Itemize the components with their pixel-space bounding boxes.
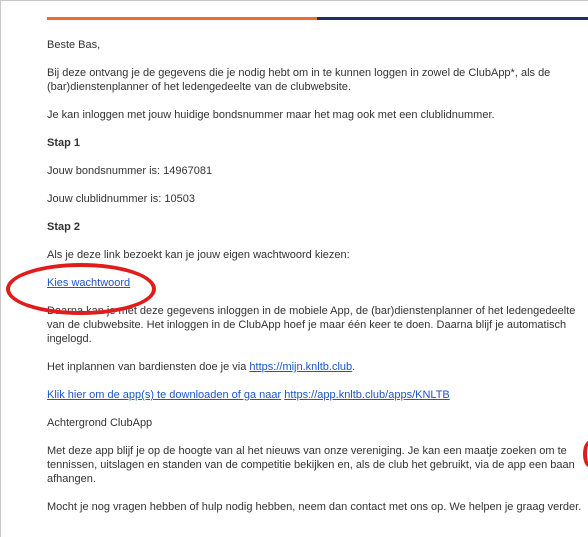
download-paragraph: Klik hier om de app(s) te downloaden of …	[47, 388, 588, 402]
header-accent-bar	[47, 17, 588, 20]
bardiensten-link[interactable]: https://mijn.knltb.club	[249, 361, 352, 373]
email-frame: Beste Bas, Bij deze ontvang je de gegeve…	[0, 0, 588, 537]
login-info-paragraph: Je kan inloggen met jouw huidige bondsnu…	[47, 109, 495, 121]
bondsnummer-text: Jouw bondsnummer is: 14967081	[47, 165, 213, 177]
accent-bar-orange	[47, 17, 317, 20]
closing-paragraph: Mocht je nog vragen hebben of hulp nodig…	[47, 501, 582, 513]
greeting: Beste Bas,	[47, 39, 101, 51]
bardiensten-suffix: .	[352, 361, 356, 373]
bardiensten-text: Het inplannen van bardiensten doe je via	[47, 361, 250, 373]
step2-heading: Stap 2	[47, 221, 81, 233]
download-app-link[interactable]: Klik hier om de app(s) te downloaden of …	[47, 389, 281, 401]
download-url-link[interactable]: https://app.knltb.club/apps/KNLTB	[284, 389, 450, 401]
link-intro-text: Als je deze link bezoekt kan je jouw eig…	[47, 249, 350, 261]
bardiensten-paragraph: Het inplannen van bardiensten doe je via…	[47, 360, 588, 374]
clublidnummer-text: Jouw clublidnummer is: 10503	[47, 193, 195, 205]
background-heading: Achtergrond ClubApp	[47, 417, 153, 429]
background-paragraph: Met deze app blijf je op de hoogte van a…	[47, 445, 575, 485]
red-annotation-circle	[6, 263, 156, 315]
step1-heading: Stap 1	[47, 137, 81, 149]
red-annotation-mark	[583, 441, 588, 467]
accent-bar-navy	[317, 17, 588, 20]
intro-paragraph: Bij deze ontvang je de gegevens die je n…	[47, 67, 551, 93]
after-password-paragraph: Daarna kan je met deze gegevens inloggen…	[47, 305, 576, 345]
